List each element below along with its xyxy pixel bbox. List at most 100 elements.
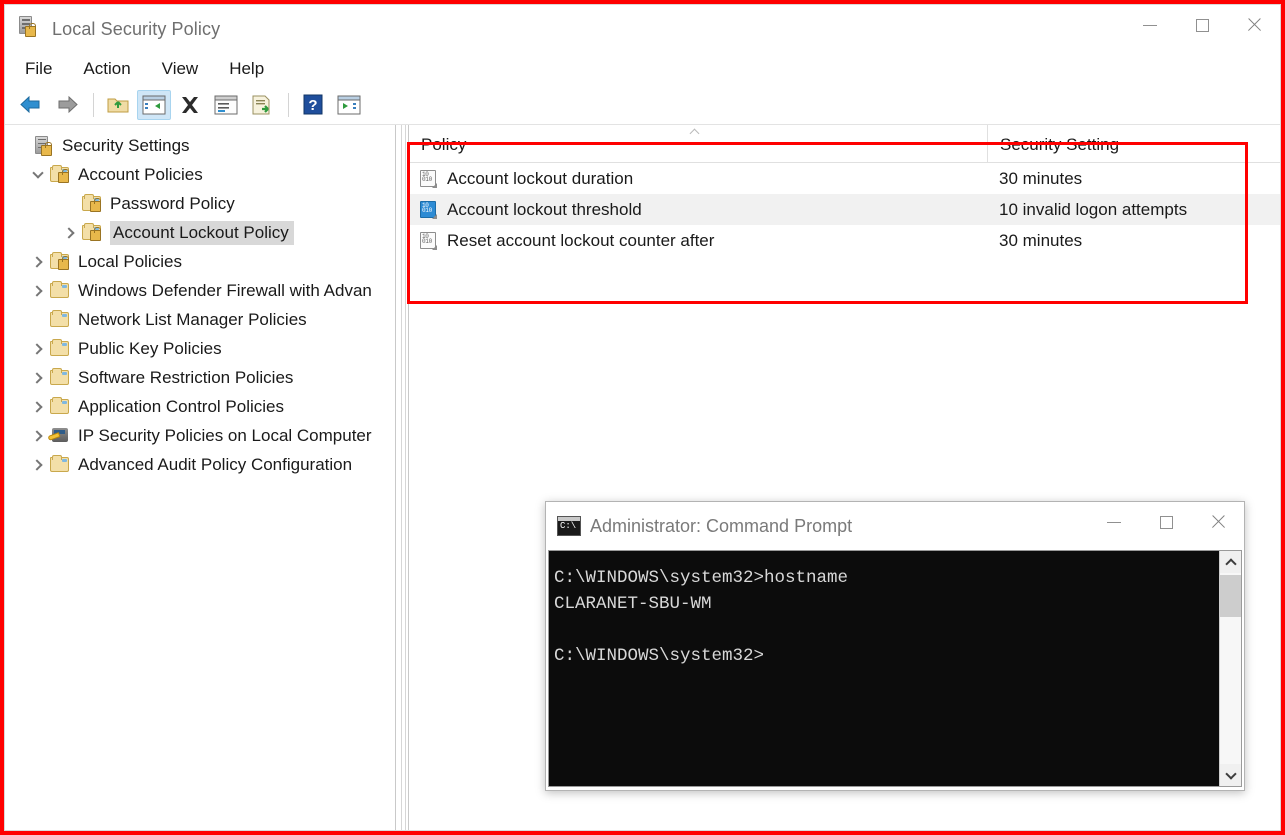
command-prompt-window: Administrator: Command Prompt C:\WINDOWS… xyxy=(545,501,1245,791)
column-header-security-setting[interactable]: Security Setting xyxy=(987,125,1280,162)
expander-placeholder xyxy=(27,309,49,331)
tree-item-advanced-audit-policy-configuration[interactable]: Advanced Audit Policy Configuration xyxy=(5,450,395,479)
show-hide-console-tree-button[interactable] xyxy=(137,89,171,120)
expander-toggle[interactable] xyxy=(27,454,49,476)
tree-item-label: Network List Manager Policies xyxy=(78,310,307,329)
policy-name-cell: 10 010 Account lockout duration xyxy=(409,169,987,189)
folder-lock-icon xyxy=(81,222,103,243)
scroll-down-button[interactable] xyxy=(1220,764,1241,786)
expander-placeholder xyxy=(59,193,81,215)
toolbar: ? xyxy=(5,85,1280,125)
titlebar: Local Security Policy xyxy=(5,5,1280,53)
expander-toggle[interactable] xyxy=(59,222,81,244)
tree-item-label: IP Security Policies on Local Computer xyxy=(78,426,372,445)
expander-toggle[interactable] xyxy=(27,367,49,389)
export-list-icon xyxy=(252,95,270,114)
column-header-label: Security Setting xyxy=(1000,135,1120,154)
console-tree[interactable]: Security Settings Account Policies Passw… xyxy=(5,125,395,830)
toolbar-separator xyxy=(93,92,94,117)
tree-item-software-restriction-policies[interactable]: Software Restriction Policies xyxy=(5,363,395,392)
run-icon xyxy=(337,95,361,114)
security-setting-value: 10 invalid logon attempts xyxy=(999,199,1188,219)
close-icon xyxy=(1246,17,1262,33)
table-row[interactable]: 10 010 Account lockout threshold 10 inval… xyxy=(409,194,1280,225)
expander-toggle[interactable] xyxy=(27,338,49,360)
cmd-console-text: C:\WINDOWS\system32>hostname CLARANET-SB… xyxy=(554,568,849,666)
sort-ascending-icon xyxy=(691,128,700,133)
forward-button[interactable] xyxy=(50,90,84,120)
list-column-headers: Policy Security Setting xyxy=(409,125,1280,163)
expander-toggle[interactable] xyxy=(27,280,49,302)
table-row[interactable]: 10 010 Account lockout duration 30 minute… xyxy=(409,163,1280,194)
security-settings-icon xyxy=(33,135,55,156)
scrollbar-thumb[interactable] xyxy=(1220,575,1241,617)
expander-toggle[interactable] xyxy=(27,425,49,447)
close-button[interactable] xyxy=(1228,5,1280,45)
properties-button[interactable] xyxy=(209,90,243,120)
tree-item-label: Application Control Policies xyxy=(78,397,284,416)
back-button[interactable] xyxy=(14,90,48,120)
expander-toggle[interactable] xyxy=(27,251,49,273)
tree-item-password-policy[interactable]: Password Policy xyxy=(5,189,395,218)
ip-security-icon xyxy=(47,426,71,446)
menubar: File Action View Help xyxy=(5,53,1280,85)
tree-item-label: Software Restriction Policies xyxy=(78,368,294,387)
security-policy-icon xyxy=(17,16,43,42)
table-row[interactable]: 10 010 Reset account lockout counter afte… xyxy=(409,225,1280,256)
cmd-close-button[interactable] xyxy=(1192,502,1244,542)
up-one-level-button[interactable] xyxy=(101,90,135,120)
pane-splitter[interactable] xyxy=(395,125,409,830)
window-title: Local Security Policy xyxy=(52,18,221,39)
svg-text:?: ? xyxy=(308,97,317,114)
tree-item-account-policies[interactable]: Account Policies xyxy=(5,160,395,189)
tree-item-application-control-policies[interactable]: Application Control Policies xyxy=(5,392,395,421)
cmd-scrollbar[interactable] xyxy=(1219,551,1241,786)
cmd-console-area[interactable]: C:\WINDOWS\system32>hostname CLARANET-SB… xyxy=(548,550,1242,787)
tree-item-account-lockout-policy[interactable]: Account Lockout Policy xyxy=(5,218,395,247)
security-setting-value: 30 minutes xyxy=(999,168,1083,188)
tree-item-label: Public Key Policies xyxy=(78,339,222,358)
policy-name-cell: 10 010 Account lockout threshold xyxy=(409,200,987,220)
menu-item-action[interactable]: Action xyxy=(81,57,132,81)
menu-item-file[interactable]: File xyxy=(23,57,54,81)
menu-item-help[interactable]: Help xyxy=(227,57,266,81)
policy-setting-icon-selected: 10 010 xyxy=(419,200,439,220)
folder-icon xyxy=(49,396,71,417)
expander-toggle[interactable] xyxy=(27,396,49,418)
tree-item-ip-security-policies[interactable]: IP Security Policies on Local Computer xyxy=(5,421,395,450)
expander-toggle[interactable] xyxy=(27,164,49,186)
menu-item-view[interactable]: View xyxy=(160,57,201,81)
toolbar-separator-2 xyxy=(288,92,289,117)
delete-button[interactable] xyxy=(173,90,207,120)
tree-item-network-list-manager-policies[interactable]: Network List Manager Policies xyxy=(5,305,395,334)
run-button[interactable] xyxy=(332,90,366,120)
back-icon xyxy=(20,95,40,113)
window-controls xyxy=(1124,5,1280,53)
export-list-button[interactable] xyxy=(245,90,279,120)
cmd-minimize-button[interactable] xyxy=(1088,502,1140,542)
folder-icon xyxy=(49,338,71,359)
policy-name: Reset account lockout counter after xyxy=(447,230,715,250)
policy-name: Account lockout duration xyxy=(447,168,634,188)
cmd-window-controls xyxy=(1088,502,1244,550)
tree-item-label: Password Policy xyxy=(110,194,235,213)
folder-icon xyxy=(49,367,71,388)
tree-item-local-policies[interactable]: Local Policies xyxy=(5,247,395,276)
tree-item-windows-defender-firewall[interactable]: Windows Defender Firewall with Advan xyxy=(5,276,395,305)
tree-item-label: Account Lockout Policy xyxy=(110,220,294,245)
maximize-button[interactable] xyxy=(1176,5,1228,45)
up-one-level-icon xyxy=(107,98,129,112)
scroll-up-button[interactable] xyxy=(1220,551,1241,573)
minimize-icon xyxy=(1143,24,1157,26)
tree-item-public-key-policies[interactable]: Public Key Policies xyxy=(5,334,395,363)
column-header-policy[interactable]: Policy xyxy=(409,125,987,162)
minimize-button[interactable] xyxy=(1124,5,1176,45)
help-icon: ? xyxy=(303,94,323,114)
help-button[interactable]: ? xyxy=(296,90,330,120)
minimize-icon xyxy=(1107,521,1121,523)
security-setting-value: 30 minutes xyxy=(999,230,1083,250)
tree-item-security-settings[interactable]: Security Settings xyxy=(5,131,395,160)
forward-icon xyxy=(58,95,78,113)
scrollbar-track[interactable] xyxy=(1220,573,1241,764)
cmd-maximize-button[interactable] xyxy=(1140,502,1192,542)
